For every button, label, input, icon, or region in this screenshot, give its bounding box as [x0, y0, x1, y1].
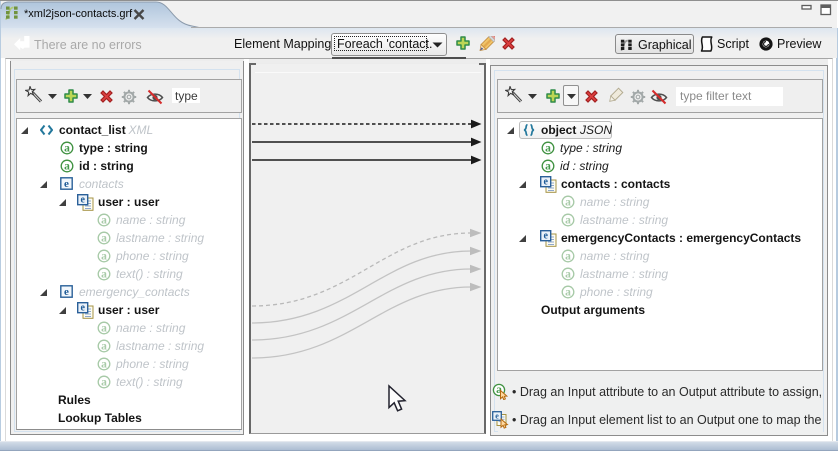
svg-text:a: a	[64, 142, 70, 154]
svg-text:a: a	[101, 250, 107, 262]
svg-text:a: a	[64, 160, 70, 172]
svg-text:e: e	[543, 177, 548, 188]
svg-text:a: a	[565, 196, 571, 208]
svg-text:a: a	[565, 250, 571, 262]
svg-text:e: e	[543, 231, 548, 242]
svg-text:e: e	[495, 411, 499, 420]
svg-text:e: e	[64, 178, 69, 190]
svg-text:e: e	[80, 195, 85, 206]
svg-text:a: a	[101, 322, 107, 334]
svg-text:a: a	[101, 232, 107, 244]
svg-text:a: a	[565, 268, 571, 280]
svg-text:a: a	[101, 268, 107, 280]
svg-text:a: a	[545, 160, 551, 172]
svg-text:a: a	[101, 376, 107, 388]
svg-text:a: a	[101, 358, 107, 370]
svg-text:a: a	[565, 286, 571, 298]
svg-text:a: a	[565, 214, 571, 226]
svg-text:a: a	[101, 214, 107, 226]
svg-text:a: a	[545, 142, 551, 154]
svg-text:e: e	[80, 303, 85, 314]
svg-text:a: a	[101, 340, 107, 352]
svg-text:e: e	[64, 286, 69, 298]
